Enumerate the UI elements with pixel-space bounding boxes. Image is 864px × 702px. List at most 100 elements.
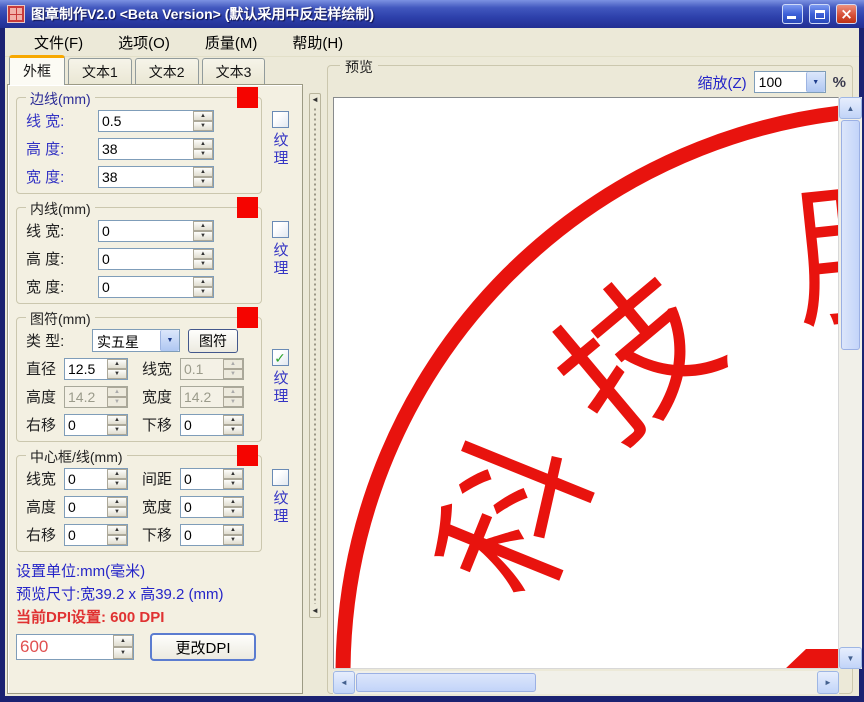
border-height-label: 高 度:: [26, 141, 65, 158]
center-gap-input[interactable]: 0: [180, 467, 244, 490]
spin-up-button[interactable]: [193, 220, 213, 231]
vertical-scrollbar[interactable]: [839, 97, 862, 669]
spin-up-button[interactable]: [193, 138, 213, 149]
scroll-right-button[interactable]: [817, 671, 839, 694]
menu-options[interactable]: 选项(O): [105, 29, 183, 56]
symbol-color-swatch[interactable]: [237, 307, 258, 328]
spin-down-button[interactable]: [223, 478, 243, 489]
spin-up-button[interactable]: [223, 468, 243, 479]
spin-up-button[interactable]: [223, 524, 243, 535]
symbol-width-value: 14.2: [184, 388, 212, 405]
vertical-scrollbar-thumb[interactable]: [841, 120, 860, 350]
spin-up-button[interactable]: [107, 468, 127, 479]
border-texture-checkbox[interactable]: [271, 111, 289, 128]
border-height-input[interactable]: 38: [98, 137, 214, 160]
tab-text2[interactable]: 文本2: [134, 58, 199, 84]
spin-down-button[interactable]: [193, 148, 213, 159]
scroll-left-button[interactable]: [333, 671, 355, 694]
horizontal-scrollbar[interactable]: [333, 671, 839, 694]
spin-down-button[interactable]: [107, 534, 127, 545]
horizontal-scrollbar-track[interactable]: [537, 671, 817, 694]
symbol-down-offset-input[interactable]: 0: [180, 413, 244, 436]
border-line-width-input[interactable]: 0.5: [98, 109, 214, 132]
menu-quality[interactable]: 质量(M): [192, 29, 271, 56]
spin-down-button[interactable]: [193, 176, 213, 187]
border-width-input[interactable]: 38: [98, 165, 214, 188]
spin-down-button[interactable]: [223, 424, 243, 435]
spin-down-button[interactable]: [107, 424, 127, 435]
inner-width-input[interactable]: 0: [98, 275, 214, 298]
center-line-width-input[interactable]: 0: [64, 467, 128, 490]
inner-height-input[interactable]: 0: [98, 247, 214, 270]
symbol-texture-checkbox[interactable]: ✓: [271, 349, 289, 366]
symbol-down-offset-label: 下移: [142, 417, 173, 434]
symbol-diameter-value: 12.5: [68, 360, 96, 377]
spin-up-button[interactable]: [223, 414, 243, 425]
horizontal-scrollbar-thumb[interactable]: [356, 673, 536, 692]
spin-up-button[interactable]: [107, 524, 127, 535]
panel-collapse-splitter[interactable]: [309, 93, 321, 618]
spin-up-button[interactable]: [107, 358, 127, 369]
stamp-svg: 科 技 服: [335, 105, 838, 668]
menu-help[interactable]: 帮助(H): [279, 29, 356, 56]
preview-size-status-text: 预览尺寸:宽39.2 x 高39.2 (mm): [16, 586, 224, 603]
symbol-picker-button[interactable]: 图符: [188, 328, 238, 353]
symbol-type-label: 类 型:: [26, 333, 65, 350]
center-frame-color-swatch[interactable]: [237, 445, 258, 466]
dpi-input[interactable]: 600: [16, 634, 134, 660]
spin-up-button[interactable]: [193, 248, 213, 259]
stamp-preview-canvas[interactable]: 科 技 服: [333, 97, 839, 669]
spin-down-button[interactable]: [223, 506, 243, 517]
spin-up-button[interactable]: [113, 635, 133, 647]
spin-down-button[interactable]: [193, 258, 213, 269]
symbol-width-label: 宽度: [142, 389, 173, 406]
spin-up-button[interactable]: [223, 496, 243, 507]
symbol-line-width-label: 线宽: [142, 361, 173, 378]
center-texture-checkbox[interactable]: [271, 469, 289, 486]
spin-down-button[interactable]: [193, 286, 213, 297]
vertical-scrollbar-track[interactable]: [839, 351, 862, 647]
inner-width-label: 宽 度:: [26, 279, 65, 296]
scroll-down-button[interactable]: [839, 647, 862, 669]
center-right-offset-input[interactable]: 0: [64, 523, 128, 546]
symbol-height-value: 14.2: [68, 388, 96, 405]
center-width-input[interactable]: 0: [180, 495, 244, 518]
tab-text3[interactable]: 文本3: [201, 58, 266, 84]
center-height-label: 高度: [26, 499, 57, 516]
center-down-offset-input[interactable]: 0: [180, 523, 244, 546]
spin-up-button[interactable]: [193, 110, 213, 121]
inner-line-color-swatch[interactable]: [237, 197, 258, 218]
symbol-diameter-input[interactable]: 12.5: [64, 357, 128, 380]
spin-up-button[interactable]: [107, 496, 127, 507]
border-line-color-swatch[interactable]: [237, 87, 258, 108]
spin-down-button[interactable]: [193, 230, 213, 241]
spin-down-button[interactable]: [107, 478, 127, 489]
preview-group: 预览 缩放(Z) 100 % 科 技 服: [327, 57, 862, 694]
spin-down-button[interactable]: [223, 534, 243, 545]
inner-texture-checkbox[interactable]: [271, 221, 289, 238]
symbol-type-select[interactable]: 实五星: [92, 329, 180, 352]
center-height-input[interactable]: 0: [64, 495, 128, 518]
tab-text1[interactable]: 文本1: [68, 58, 132, 84]
spin-up-button[interactable]: [193, 276, 213, 287]
spin-up-button[interactable]: [107, 414, 127, 425]
change-dpi-button[interactable]: 更改DPI: [150, 633, 256, 661]
symbol-right-offset-input[interactable]: 0: [64, 413, 128, 436]
center-line-width-value: 0: [68, 470, 76, 487]
menu-file[interactable]: 文件(F): [21, 29, 96, 56]
scroll-up-button[interactable]: [839, 97, 862, 119]
spin-up-button[interactable]: [193, 166, 213, 177]
chevron-down-icon[interactable]: [160, 330, 179, 351]
inner-line-width-input[interactable]: 0: [98, 219, 214, 242]
chevron-down-icon[interactable]: [805, 72, 825, 92]
tab-outer-frame[interactable]: 外框: [9, 55, 65, 85]
spin-down-button[interactable]: [113, 647, 133, 659]
spin-down-button[interactable]: [193, 120, 213, 131]
minimize-button[interactable]: [782, 4, 803, 24]
symbol-width-input: 14.2: [180, 385, 244, 408]
spin-down-button[interactable]: [107, 506, 127, 517]
close-button[interactable]: ×: [836, 4, 857, 24]
spin-down-button[interactable]: [107, 368, 127, 379]
zoom-select[interactable]: 100: [753, 71, 826, 93]
maximize-button[interactable]: [809, 4, 830, 24]
